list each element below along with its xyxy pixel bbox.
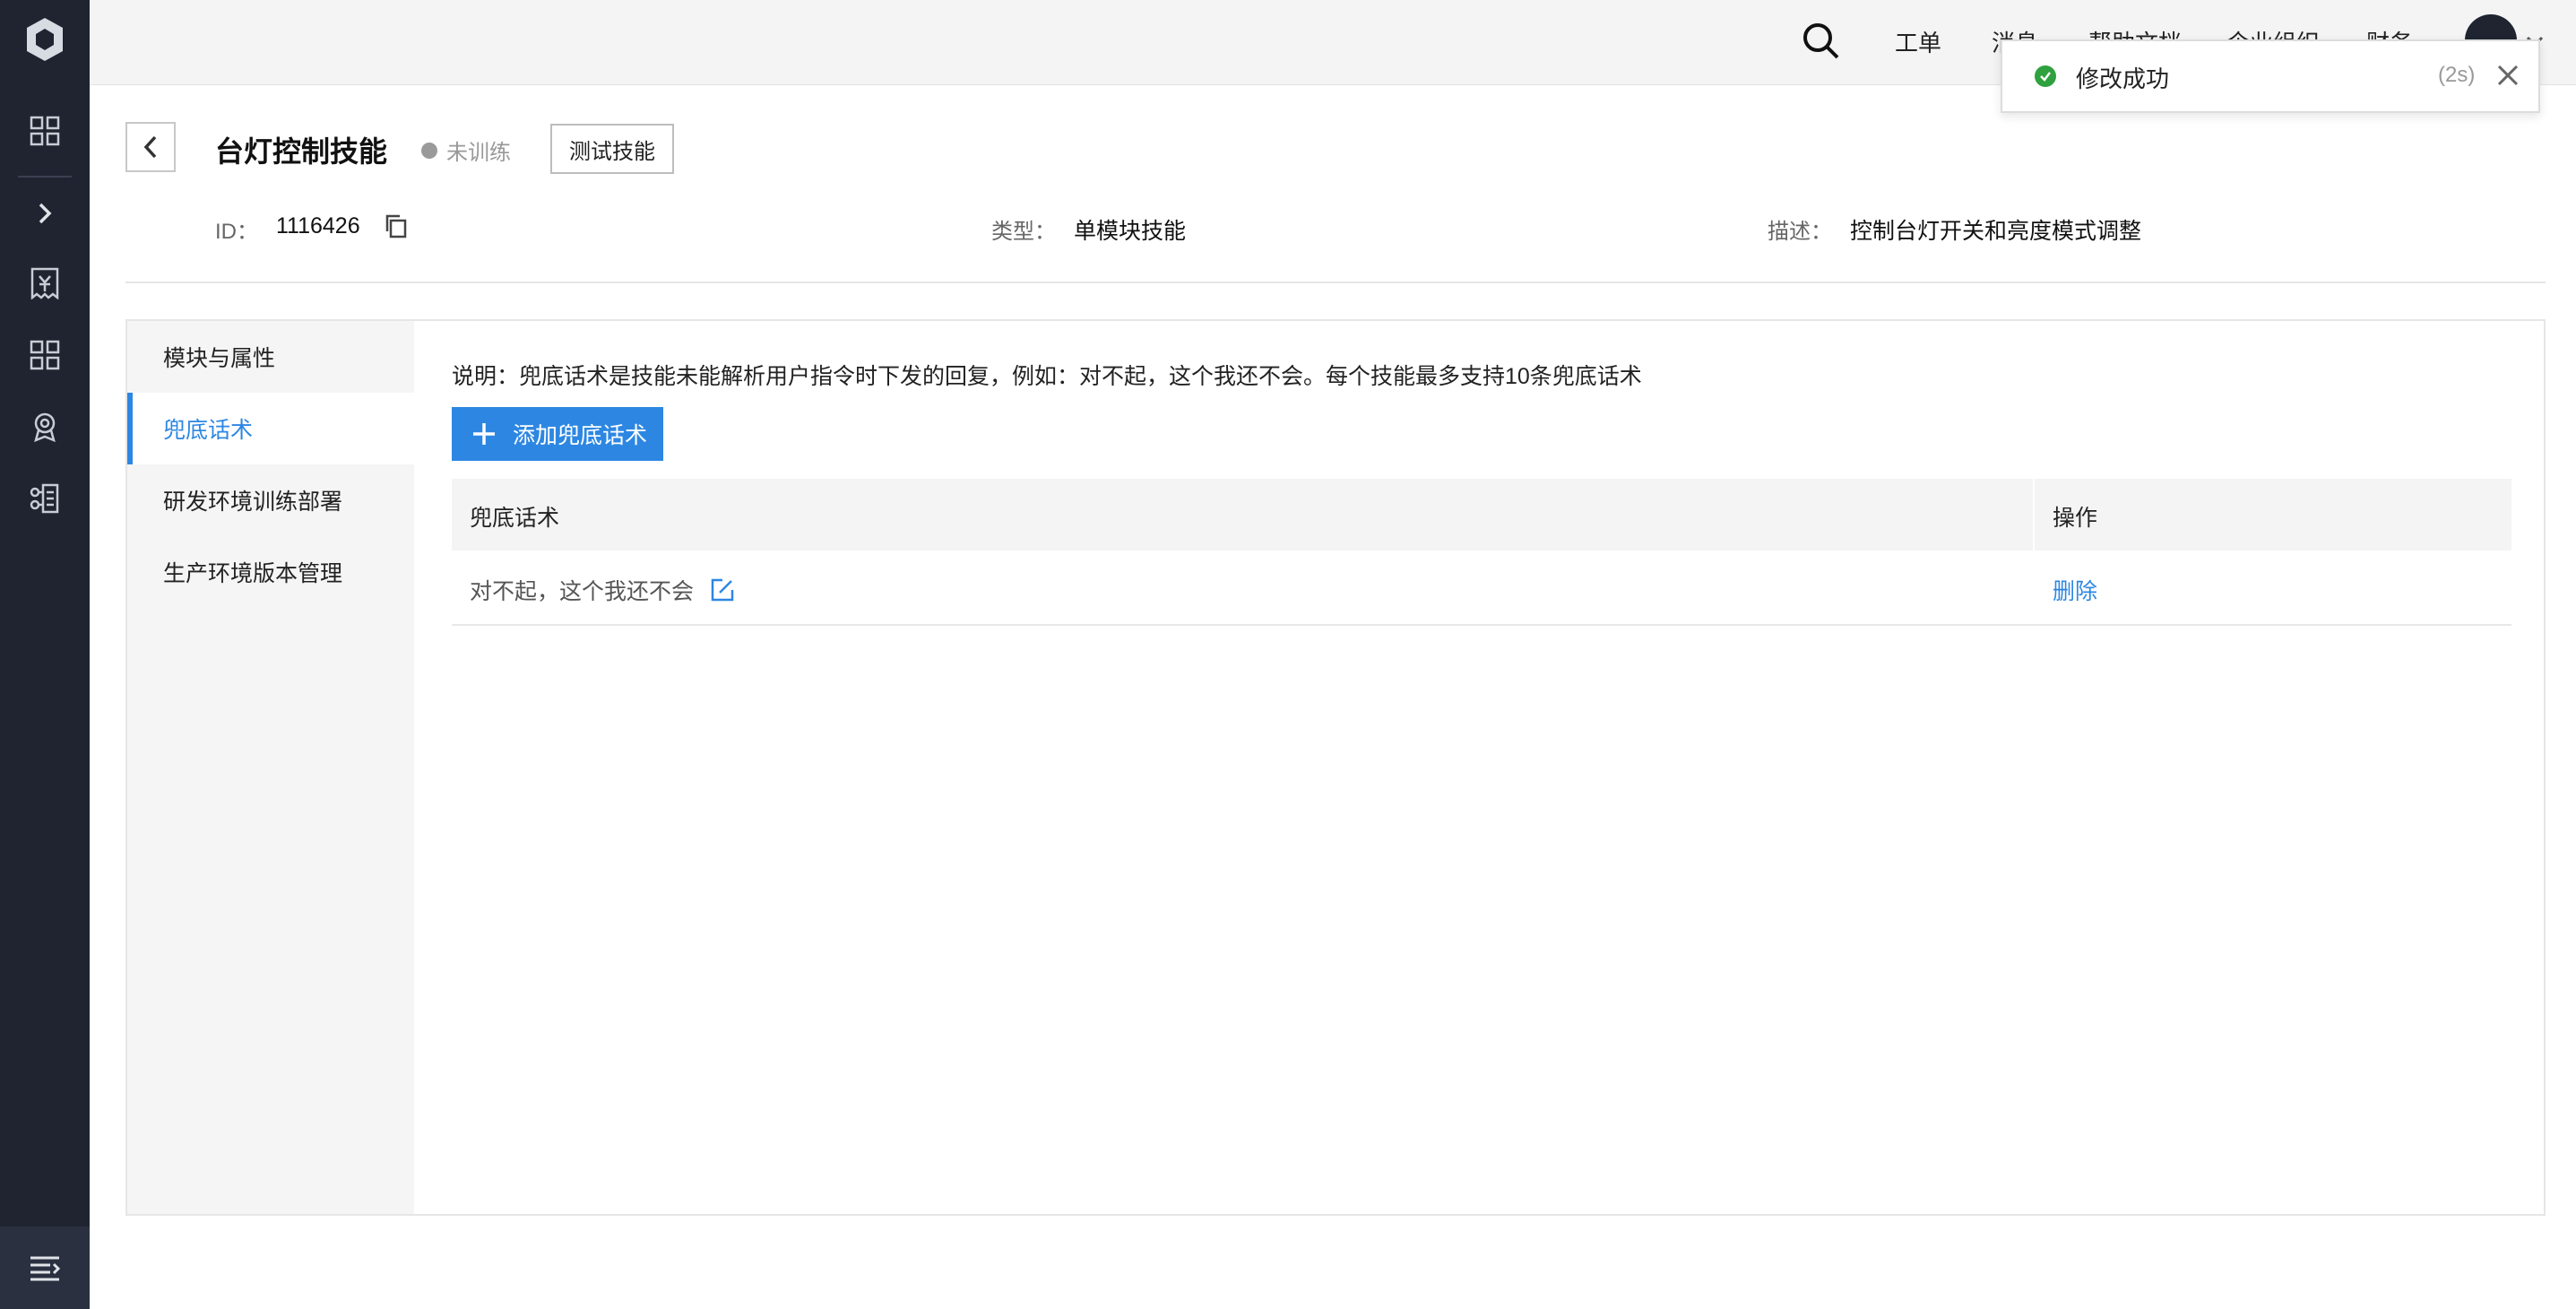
id-label: ID： [215, 220, 258, 244]
logo-icon[interactable] [22, 14, 68, 65]
table-row: 对不起，这个我还不会 删除 [452, 550, 2511, 626]
header-divider [125, 282, 2546, 283]
success-toast: 修改成功 (2s) [2001, 39, 2540, 113]
copy-icon[interactable] [384, 213, 411, 240]
column-header-reply: 兜底话术 [470, 506, 560, 531]
left-rail [0, 0, 90, 1309]
add-fallback-reply-button[interactable]: 添加兜底话术 [452, 407, 663, 461]
status-dot-icon [421, 142, 437, 159]
close-icon[interactable] [2495, 63, 2520, 88]
column-header-actions: 操作 [2053, 506, 2098, 531]
billing-icon[interactable] [27, 265, 63, 301]
menu-item-fallback-replies[interactable]: 兜底话术 [127, 393, 414, 464]
description-label: 描述： [1768, 220, 1832, 244]
dashboard-icon[interactable] [27, 113, 63, 149]
id-value: 1116426 [276, 213, 360, 238]
menu-item-prod-versions[interactable]: 生产环境版本管理 [127, 536, 414, 608]
nav-tickets[interactable]: 工单 [1895, 25, 1941, 58]
description-value: 控制台灯开关和亮度模式调整 [1850, 219, 2142, 244]
device-network-icon[interactable] [27, 481, 63, 516]
section-description: 说明：兜底话术是技能未能解析用户指令时下发的回复，例如：对不起，这个我还不会。每… [452, 364, 1642, 389]
content-panel: 模块与属性 兜底话术 研发环境训练部署 生产环境版本管理 说明：兜底话术是技能未… [125, 319, 2546, 1216]
delete-link[interactable]: 删除 [2053, 574, 2097, 606]
type-value: 单模块技能 [1074, 219, 1187, 244]
collapse-menu-icon[interactable] [0, 1227, 90, 1309]
success-check-icon [2035, 65, 2056, 87]
type-label: 类型： [991, 220, 1056, 244]
award-icon[interactable] [27, 409, 63, 445]
status-badge: 未训练 [421, 134, 511, 166]
rail-divider [18, 176, 72, 178]
apps-icon[interactable] [27, 337, 63, 373]
test-skill-button[interactable]: 测试技能 [550, 124, 674, 174]
add-button-label: 添加兜底话术 [513, 423, 648, 448]
search-icon[interactable] [1800, 20, 1843, 63]
table-header: 兜底话术 操作 [452, 479, 2511, 550]
page-title: 台灯控制技能 [215, 135, 388, 168]
expand-icon[interactable] [27, 195, 63, 231]
edit-icon[interactable] [710, 577, 735, 602]
status-text: 未训练 [446, 141, 511, 165]
section-menu: 模块与属性 兜底话术 研发环境训练部署 生产环境版本管理 [127, 321, 414, 1214]
reply-text: 对不起，这个我还不会 [470, 579, 695, 604]
menu-item-modules[interactable]: 模块与属性 [127, 321, 414, 393]
plus-icon [473, 423, 495, 445]
toast-countdown: (2s) [2438, 63, 2476, 87]
chevron-left-icon [143, 135, 157, 159]
toast-message: 修改成功 [2076, 65, 2170, 92]
menu-item-dev-deploy[interactable]: 研发环境训练部署 [127, 464, 414, 536]
back-button[interactable] [125, 122, 176, 172]
column-divider [2033, 479, 2035, 550]
